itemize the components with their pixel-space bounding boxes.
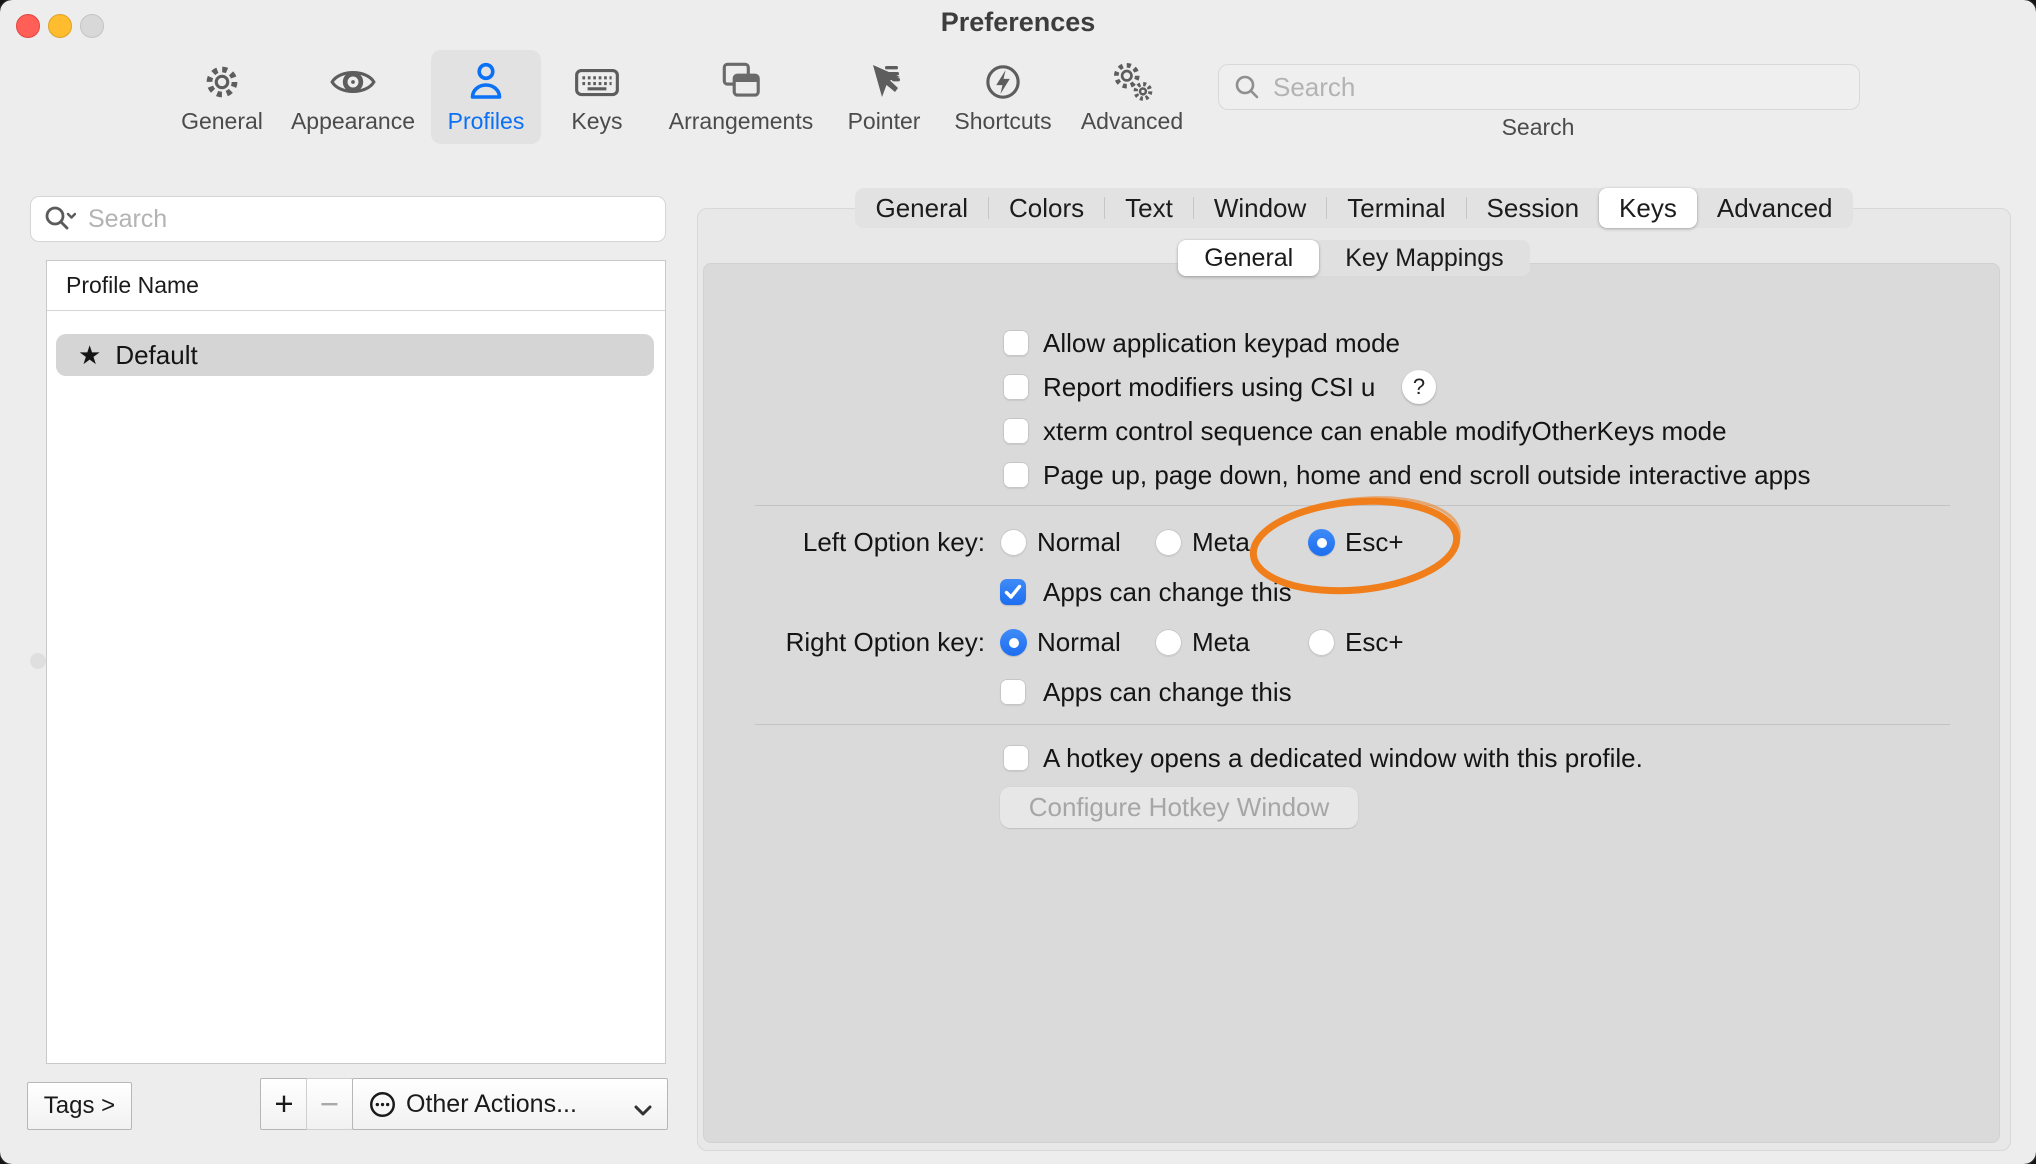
- left-option-key-label: Left Option key:: [700, 526, 985, 558]
- tab-session[interactable]: Session: [1467, 188, 1600, 228]
- toolbar-search-input[interactable]: [1271, 71, 1835, 104]
- gears-icon: [1107, 50, 1157, 106]
- toolbar-label: General: [181, 108, 263, 135]
- tags-button[interactable]: Tags >: [27, 1082, 132, 1130]
- radio-label: Normal: [1037, 626, 1121, 658]
- lightning-icon: [979, 50, 1027, 106]
- right-option-key-label: Right Option key:: [700, 626, 985, 658]
- section-divider: [755, 724, 1950, 725]
- tab-text[interactable]: Text: [1105, 188, 1193, 228]
- radio-label: Normal: [1037, 526, 1121, 558]
- splitter-dot: [30, 653, 46, 669]
- configure-hotkey-window-button[interactable]: Configure Hotkey Window: [1000, 787, 1358, 828]
- other-actions-dropdown[interactable]: Other Actions...: [352, 1078, 668, 1130]
- keyboard-icon: [572, 50, 622, 106]
- checkbox-csi-u[interactable]: [1003, 374, 1029, 400]
- toolbar-item-shortcuts[interactable]: Shortcuts: [943, 50, 1063, 144]
- radio-label: Esc+: [1345, 626, 1404, 658]
- checkbox-right-apps-can-change[interactable]: [1000, 679, 1026, 705]
- other-actions-label: Other Actions...: [406, 1090, 577, 1119]
- tab-advanced[interactable]: Advanced: [1697, 188, 1853, 228]
- checkbox-keypad-mode[interactable]: [1003, 330, 1029, 356]
- checkbox-label: Apps can change this: [1043, 676, 1292, 708]
- add-profile-button[interactable]: +: [260, 1078, 308, 1130]
- annotation-ellipse: [1235, 487, 1475, 605]
- window-title: Preferences: [0, 7, 2036, 38]
- list-header-divider: [47, 310, 665, 311]
- gear-icon: [198, 50, 246, 106]
- preferences-window: Preferences General Appearance Profiles: [0, 0, 2036, 1164]
- tab-terminal[interactable]: Terminal: [1327, 188, 1465, 228]
- subtab-key-mappings[interactable]: Key Mappings: [1319, 240, 1529, 276]
- star-icon: ★: [78, 340, 101, 371]
- tab-colors[interactable]: Colors: [989, 188, 1104, 228]
- checkbox-label: Allow application keypad mode: [1043, 327, 1400, 359]
- radio-left-meta[interactable]: [1155, 529, 1182, 556]
- checkbox-label: A hotkey opens a dedicated window with t…: [1043, 742, 1643, 774]
- profile-search-input[interactable]: [86, 204, 630, 235]
- eye-icon: [328, 50, 378, 106]
- radio-label: Meta: [1192, 626, 1250, 658]
- toolbar-label: Shortcuts: [954, 108, 1051, 135]
- profile-tabbar: General Colors Text Window Terminal Sess…: [697, 188, 2011, 228]
- toolbar-label: Pointer: [848, 108, 921, 135]
- search-menu-icon: [44, 205, 76, 233]
- tab-window[interactable]: Window: [1194, 188, 1326, 228]
- toolbar-item-keys[interactable]: Keys: [552, 50, 642, 144]
- tab-keys[interactable]: Keys: [1599, 188, 1697, 228]
- radio-right-meta[interactable]: [1155, 629, 1182, 656]
- toolbar-label: Keys: [571, 108, 622, 135]
- keys-subtabbar: General Key Mappings: [697, 240, 2011, 276]
- subtab-general[interactable]: General: [1178, 240, 1319, 276]
- checkbox-hotkey-window[interactable]: [1003, 745, 1029, 771]
- checkbox-left-apps-can-change[interactable]: [1000, 579, 1026, 605]
- toolbar-label: Arrangements: [669, 108, 813, 135]
- toolbar-item-arrangements[interactable]: Arrangements: [661, 50, 821, 144]
- checkbox-label: Report modifiers using CSI u: [1043, 371, 1375, 403]
- check-icon: [1004, 584, 1022, 600]
- toolbar-item-advanced[interactable]: Advanced: [1072, 50, 1192, 144]
- tab-general[interactable]: General: [855, 188, 988, 228]
- remove-profile-button[interactable]: −: [306, 1078, 353, 1130]
- ellipsis-circle-icon: [369, 1091, 396, 1118]
- toolbar-item-general[interactable]: General: [172, 50, 272, 144]
- checkbox-label: xterm control sequence can enable modify…: [1043, 415, 1727, 447]
- toolbar-search-label: Search: [1218, 114, 1858, 141]
- profile-list-header: Profile Name: [66, 272, 199, 299]
- radio-right-normal[interactable]: [1000, 629, 1027, 656]
- toolbar-search-field[interactable]: [1218, 64, 1860, 110]
- toolbar-label: Profiles: [448, 108, 525, 135]
- toolbar-item-appearance[interactable]: Appearance: [288, 50, 418, 144]
- help-button[interactable]: ?: [1402, 370, 1436, 404]
- toolbar-label: Appearance: [291, 108, 415, 135]
- checkbox-modifyotherkeys[interactable]: [1003, 418, 1029, 444]
- profile-name: Default: [115, 340, 197, 371]
- toolbar-item-profiles[interactable]: Profiles: [431, 50, 541, 144]
- toolbar-label: Advanced: [1081, 108, 1183, 135]
- profile-list-panel: [46, 260, 666, 1064]
- radio-left-normal[interactable]: [1000, 529, 1027, 556]
- search-icon: [1233, 73, 1261, 101]
- radio-right-esc[interactable]: [1308, 629, 1335, 656]
- profile-search-field[interactable]: [30, 196, 666, 242]
- profile-row-default[interactable]: ★ Default: [56, 334, 654, 376]
- chevron-down-icon: [633, 1096, 653, 1125]
- windows-icon: [717, 50, 765, 106]
- checkbox-scroll-outside-apps[interactable]: [1003, 462, 1029, 488]
- cursor-icon: [861, 50, 907, 106]
- person-icon: [463, 50, 509, 106]
- toolbar-item-pointer[interactable]: Pointer: [834, 50, 934, 144]
